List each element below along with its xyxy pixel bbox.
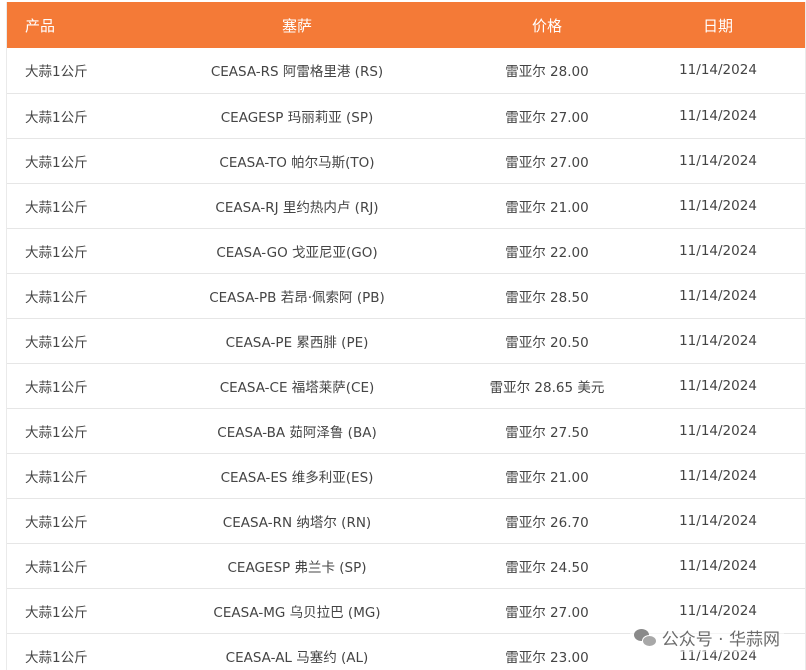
- cell-product: 大蒜1公斤: [7, 137, 131, 183]
- cell-price: 雷亚尔 27.00: [463, 587, 631, 633]
- cell-price: 雷亚尔 28.65 美元: [463, 362, 631, 408]
- cell-product: 大蒜1公斤: [7, 542, 131, 588]
- table-header: 产品 塞萨 价格 日期: [7, 2, 805, 48]
- cell-price: 雷亚尔 27.00: [463, 137, 631, 183]
- cell-market: CEASA-BA 茹阿泽鲁 (BA): [131, 407, 463, 453]
- cell-product: 大蒜1公斤: [7, 227, 131, 273]
- header-date: 日期: [702, 16, 733, 35]
- cell-price: 雷亚尔 21.00: [463, 452, 631, 498]
- cell-date: 11/14/2024: [631, 407, 805, 453]
- cell-price: 雷亚尔 27.50: [463, 407, 631, 453]
- table-row: 大蒜1公斤 CEASA-ES 维多利亚(ES) 雷亚尔 21.00 11/14/202…: [7, 452, 805, 498]
- cell-date: 11/14/2024: [631, 452, 805, 498]
- cell-date: 11/14/2024: [631, 542, 805, 588]
- cell-product: 大蒜1公斤: [7, 92, 131, 138]
- cell-product: 大蒜1公斤: [7, 497, 131, 543]
- cell-date: 11/14/2024: [631, 92, 805, 138]
- cell-market: CEASA-GO 戈亚尼亚(GO): [131, 227, 463, 273]
- cell-price: 雷亚尔 27.00: [463, 92, 631, 138]
- cell-product: 大蒜1公斤: [7, 182, 131, 228]
- table-row: 大蒜1公斤 CEASA-RN 纳塔尔 (RN) 雷亚尔 26.70 11/14/202…: [7, 497, 805, 543]
- cell-price: 雷亚尔 20.50: [463, 317, 631, 363]
- cell-market: CEASA-MG 乌贝拉巴 (MG): [131, 587, 463, 633]
- cell-price: 雷亚尔 23.00: [463, 632, 631, 670]
- price-table: 产品 塞萨 价格 日期 大蒜1公斤 CEASA-RS 阿雷格里港 (RS) 雷亚尔 …: [7, 2, 805, 670]
- cell-market: CEASA-PB 若昂·佩索阿 (PB): [131, 272, 463, 318]
- cell-date: 11/14/2024: [631, 137, 805, 183]
- cell-market: CEAGESP 弗兰卡 (SP): [131, 542, 463, 588]
- table-row: 大蒜1公斤 CEASA-PE 累西腓 (PE) 雷亚尔 20.50 11/14/202…: [7, 317, 805, 363]
- header-market: 塞萨: [281, 16, 312, 35]
- table-row: 大蒜1公斤 CEAGESP 玛丽莉亚 (SP) 雷亚尔 27.00 11/14/202…: [7, 92, 805, 138]
- cell-date: 11/14/2024: [679, 62, 757, 79]
- cell-price: 雷亚尔 28.00: [505, 64, 589, 81]
- table-row: 大蒜1公斤 CEASA-RS 阿雷格里港 (RS) 雷亚尔 28.00 11/14/2…: [7, 48, 805, 93]
- cell-product: 大蒜1公斤: [7, 317, 131, 363]
- table-row: 大蒜1公斤 CEASA-GO 戈亚尼亚(GO) 雷亚尔 22.00 11/14/202…: [7, 227, 805, 273]
- cell-market: CEASA-AL 马塞约 (AL): [131, 632, 463, 670]
- cell-product: 大蒜1公斤: [7, 362, 131, 408]
- cell-date: 11/14/2024: [631, 272, 805, 318]
- cell-product: 大蒜1公斤: [7, 407, 131, 453]
- cell-date: 11/14/2024: [631, 362, 805, 408]
- cell-product: 大蒜1公斤: [7, 272, 131, 318]
- cell-price: 雷亚尔 21.00: [463, 182, 631, 228]
- table-row: 大蒜1公斤 CEASA-PB 若昂·佩索阿 (PB) 雷亚尔 28.50 11/14/…: [7, 272, 805, 318]
- table-row: 大蒜1公斤 CEAGESP 弗兰卡 (SP) 雷亚尔 24.50 11/14/2024: [7, 542, 805, 588]
- table-row: 大蒜1公斤 CEASA-TO 帕尔马斯(TO) 雷亚尔 27.00 11/14/202…: [7, 137, 805, 183]
- cell-date: 11/14/2024: [631, 317, 805, 363]
- price-table-container: 产品 塞萨 价格 日期 大蒜1公斤 CEASA-RS 阿雷格里港 (RS) 雷亚尔 …: [6, 2, 806, 670]
- table-row: 大蒜1公斤 CEASA-RJ 里约热内卢 (RJ) 雷亚尔 21.00 11/14/2…: [7, 182, 805, 228]
- cell-market: CEASA-PE 累西腓 (PE): [131, 317, 463, 363]
- cell-product: 大蒜1公斤: [7, 452, 131, 498]
- cell-price: 雷亚尔 22.00: [463, 227, 631, 273]
- cell-market: CEASA-CE 福塔莱萨(CE): [131, 362, 463, 408]
- cell-product: 大蒜1公斤: [7, 632, 131, 670]
- wechat-icon: [633, 628, 657, 647]
- watermark-text: 公众号 · 华蒜网: [661, 630, 780, 650]
- header-product: 产品: [25, 16, 56, 35]
- cell-market: CEASA-RJ 里约热内卢 (RJ): [131, 182, 463, 228]
- table-body: 大蒜1公斤 CEASA-RS 阿雷格里港 (RS) 雷亚尔 28.00 11/14/2…: [7, 48, 805, 670]
- cell-product: 大蒜1公斤: [7, 587, 131, 633]
- cell-market: CEASA-TO 帕尔马斯(TO): [131, 137, 463, 183]
- table-row: 大蒜1公斤 CEASA-BA 茹阿泽鲁 (BA) 雷亚尔 27.50 11/14/20…: [7, 407, 805, 453]
- cell-market: CEAGESP 玛丽莉亚 (SP): [131, 92, 463, 138]
- header-price: 价格: [531, 16, 562, 35]
- cell-product: 大蒜1公斤: [25, 64, 88, 81]
- watermark: 公众号 · 华蒜网: [629, 623, 784, 652]
- cell-price: 雷亚尔 24.50: [463, 542, 631, 588]
- cell-market: CEASA-ES 维多利亚(ES): [131, 452, 463, 498]
- cell-market: CEASA-RN 纳塔尔 (RN): [131, 497, 463, 543]
- cell-date: 11/14/2024: [631, 227, 805, 273]
- cell-date: 11/14/2024: [631, 497, 805, 543]
- cell-price: 雷亚尔 26.70: [463, 497, 631, 543]
- table-row: 大蒜1公斤 CEASA-CE 福塔莱萨(CE) 雷亚尔 28.65 美元 11/14/…: [7, 362, 805, 408]
- cell-price: 雷亚尔 28.50: [463, 272, 631, 318]
- header-row: 产品 塞萨 价格 日期: [7, 2, 805, 48]
- cell-market: CEASA-RS 阿雷格里港 (RS): [210, 64, 384, 81]
- cell-date: 11/14/2024: [631, 182, 805, 228]
